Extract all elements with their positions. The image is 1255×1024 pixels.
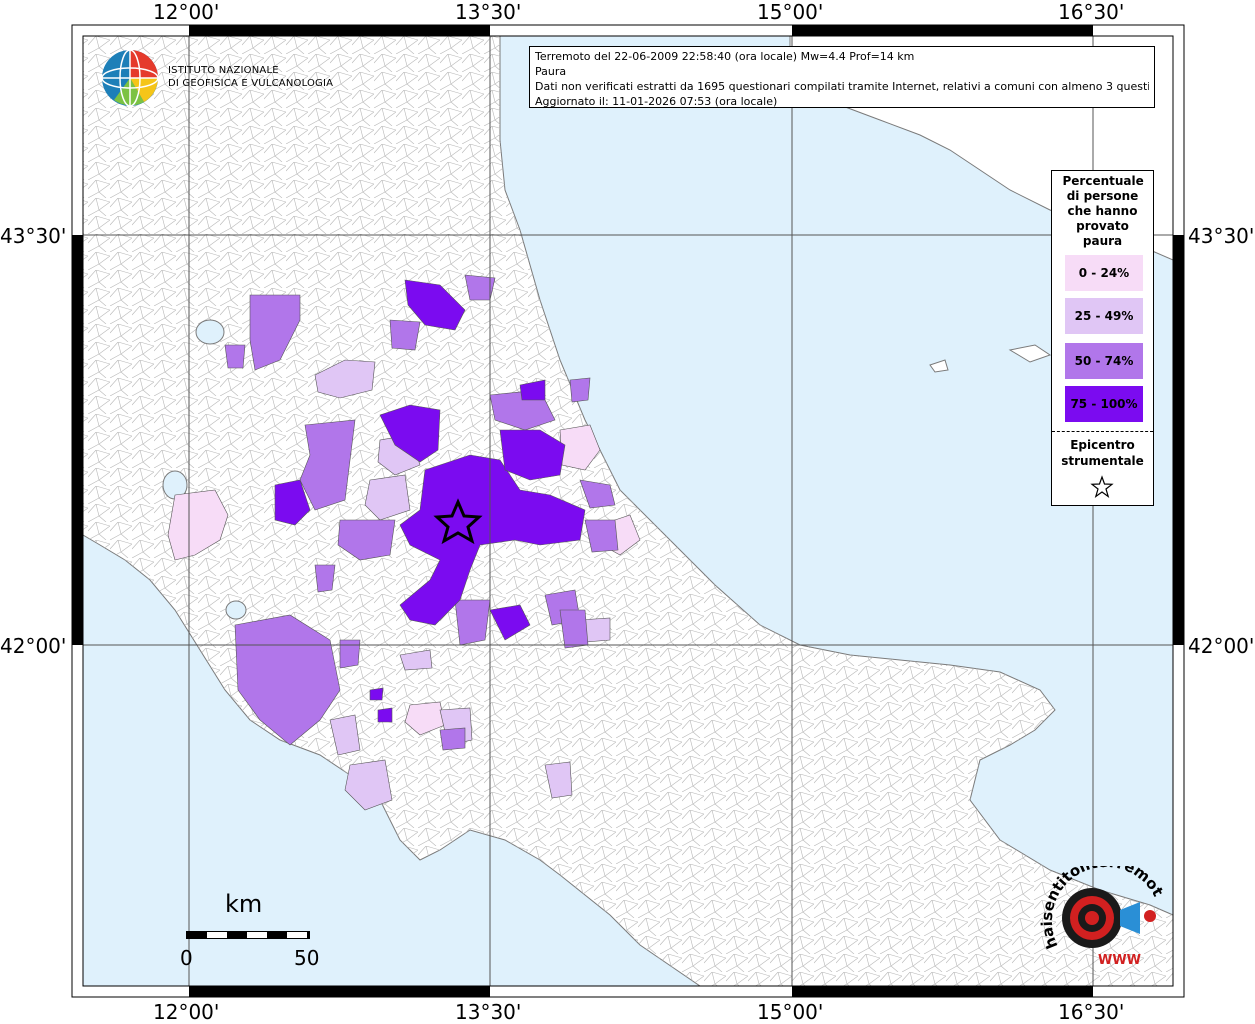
haisentito-www: WWW [1098, 953, 1141, 968]
scale-max: 50 [294, 946, 320, 970]
lon-label-bottom-4: 16°30' [1058, 1000, 1125, 1024]
scale-title: km [225, 890, 263, 918]
star-outline-icon [1090, 475, 1114, 499]
ingv-globe-icon [101, 49, 159, 107]
lat-label-left-2: 42°00' [0, 634, 67, 658]
event-info-line1: Terremoto del 22-06-2009 22:58:40 (ora l… [535, 50, 915, 63]
event-info-box: Terremoto del 22-06-2009 22:58:40 (ora l… [529, 46, 1155, 108]
ingv-name: ISTITUTO NAZIONALE DI GEOFISICA E VULCAN… [168, 64, 333, 90]
event-info-line3: Dati non verificati estratti da 1695 que… [535, 80, 1149, 93]
lake-trasimeno [195, 319, 225, 345]
lat-label-right-2: 42°00' [1188, 634, 1255, 658]
scale-bar: km 0 50 [180, 890, 330, 970]
ingv-name-line2: DI GEOFISICA E VULCANOLOGIA [168, 78, 334, 89]
haisentito-logo-icon: haisentitoilterremoto.it WWW [1031, 852, 1167, 968]
scale-zero: 0 [180, 946, 193, 970]
lat-label-left-1: 43°30' [0, 224, 67, 248]
lon-label-top-2: 13°30' [455, 0, 522, 24]
lon-label-bottom-1: 12°00' [153, 1000, 220, 1024]
legend-separator [1052, 431, 1153, 432]
legend-item-25-49: 25 - 49% [1065, 298, 1143, 334]
legend-item-75-100: 75 - 100% [1065, 386, 1143, 422]
legend-item-0-24: 0 - 24% [1065, 255, 1143, 291]
lake-bracciano [225, 600, 247, 620]
lon-label-bottom-2: 13°30' [455, 1000, 522, 1024]
ingv-name-line1: ISTITUTO NAZIONALE [168, 65, 279, 76]
lat-label-right-1: 43°30' [1188, 224, 1255, 248]
legend-item-50-74: 50 - 74% [1065, 343, 1143, 379]
haisentito-logo: haisentitoilterremoto.it WWW [1031, 852, 1176, 976]
lon-label-top-3: 15°00' [757, 0, 824, 24]
legend: Percentuale di persone che hanno provato… [1051, 170, 1154, 506]
scale-ruler [186, 931, 310, 939]
lon-label-bottom-3: 15°00' [757, 1000, 824, 1024]
legend-epicenter-label: Epicentro strumentale [1061, 438, 1144, 468]
event-info-line2: Paura [535, 65, 567, 78]
event-info-line4: Aggiornato il: 11-01-2026 07:53 (ora loc… [535, 95, 778, 108]
lon-label-top-4: 16°30' [1058, 0, 1125, 24]
lon-label-top-1: 12°00' [153, 0, 220, 24]
legend-title: Percentuale di persone che hanno provato… [1062, 174, 1144, 248]
